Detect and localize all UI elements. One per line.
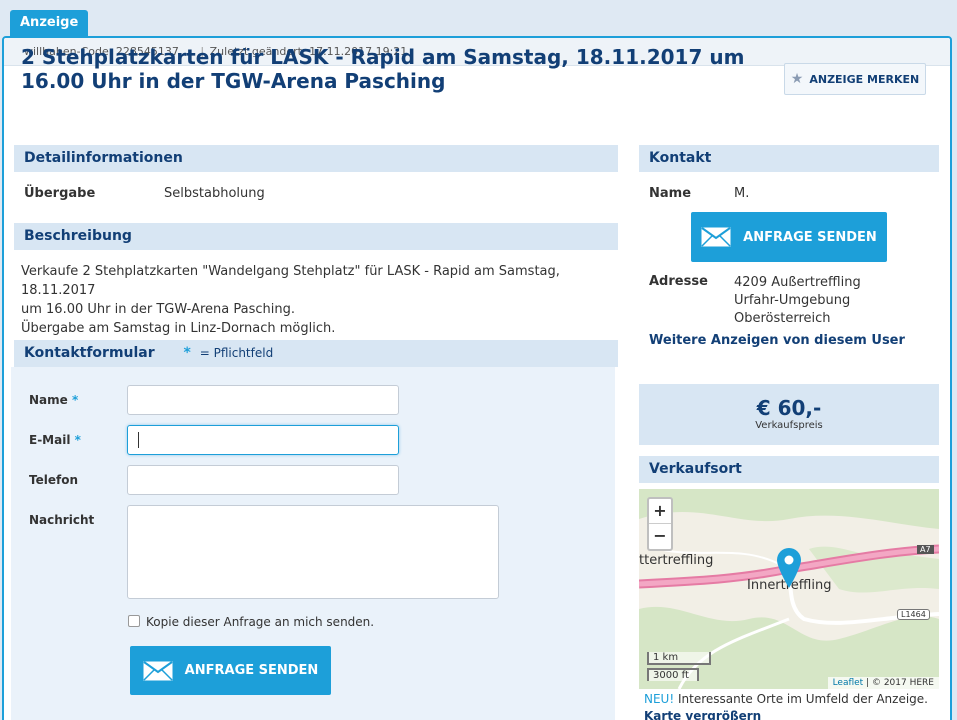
- star-icon: ★: [790, 71, 804, 87]
- tab-anzeige[interactable]: Anzeige: [10, 10, 89, 38]
- zoom-out-button[interactable]: −: [649, 524, 671, 549]
- road-shield: A7: [917, 545, 934, 554]
- message-textarea[interactable]: [127, 505, 499, 599]
- email-label-text: E-Mail: [29, 433, 71, 447]
- map-info: NEU! Interessante Orte im Umfeld der Anz…: [644, 692, 928, 706]
- description-text: Verkaufe 2 Stehplatzkarten "Wandelgang S…: [21, 262, 601, 338]
- phone-label: Telefon: [29, 473, 78, 487]
- price-value: € 60,-: [756, 396, 822, 420]
- map-place-label: ttertreffling: [639, 553, 714, 568]
- copy-checkbox[interactable]: [128, 615, 140, 627]
- road-shield: L1464: [897, 609, 930, 620]
- description-line: Übergabe am Samstag in Linz-Dornach mögl…: [21, 321, 336, 336]
- price-box: € 60,- Verkaufspreis: [639, 384, 939, 445]
- submit-request-label: ANFRAGE SENDEN: [184, 663, 319, 678]
- enlarge-map-link[interactable]: Karte vergrößern: [644, 709, 761, 720]
- contact-form-heading: Kontaktformular * = Pflichtfeld: [14, 340, 618, 367]
- save-ad-label: ANZEIGE MERKEN: [809, 72, 920, 86]
- envelope-icon: [701, 227, 731, 247]
- email-label: E-Mail *: [29, 433, 81, 447]
- map-info-text: Interessante Orte im Umfeld der Anzeige.: [674, 692, 928, 706]
- description-line: Verkaufe 2 Stehplatzkarten "Wandelgang S…: [21, 264, 560, 298]
- required-star: *: [74, 433, 81, 447]
- copy-label: Kopie dieser Anfrage an mich senden.: [146, 615, 375, 629]
- envelope-icon: [143, 660, 173, 681]
- location-heading: Verkaufsort: [639, 456, 939, 483]
- scale-km: 1 km: [647, 652, 711, 665]
- seller-name-label: Name: [649, 186, 692, 201]
- address-line: Urfahr-Umgebung: [734, 293, 851, 308]
- phone-input[interactable]: [127, 465, 399, 495]
- contact-request-button[interactable]: ANFRAGE SENDEN: [691, 212, 887, 262]
- save-ad-button[interactable]: ★ ANZEIGE MERKEN: [784, 63, 926, 95]
- address-value: 4209 Außertreffling Urfahr-Umgebung Ober…: [734, 274, 861, 328]
- name-label-text: Name: [29, 393, 68, 407]
- leaflet-link[interactable]: Leaflet: [833, 678, 864, 688]
- contact-heading: Kontakt: [639, 145, 939, 172]
- contact-form-title: Kontaktformular: [24, 345, 155, 361]
- details-heading: Detailinformationen: [14, 145, 618, 172]
- new-tag: NEU!: [644, 692, 675, 706]
- submit-request-button[interactable]: ANFRAGE SENDEN: [130, 646, 331, 695]
- name-input[interactable]: [127, 385, 399, 415]
- required-note: = Pflichtfeld: [199, 346, 274, 360]
- map-marker-icon[interactable]: [777, 548, 801, 588]
- required-star: *: [71, 393, 79, 407]
- location-map[interactable]: + − ttertreffling Innertreffling A7 L146…: [639, 489, 939, 689]
- handover-value: Selbstabholung: [164, 186, 265, 201]
- page-title: 2 Stehplatzkarten für LASK - Rapid am Sa…: [21, 45, 745, 93]
- message-label: Nachricht: [29, 513, 95, 527]
- handover-label: Übergabe: [24, 186, 96, 201]
- zoom-control: + −: [647, 497, 673, 551]
- text-caret: [138, 432, 139, 448]
- price-label: Verkaufspreis: [755, 420, 823, 431]
- name-label: Name *: [29, 393, 78, 407]
- address-line: Oberösterreich: [734, 311, 831, 326]
- map-attribution: Leaflet | © 2017 HERE: [827, 677, 939, 689]
- description-heading: Beschreibung: [14, 223, 618, 250]
- more-ads-link[interactable]: Weitere Anzeigen von diesem User: [649, 333, 905, 348]
- scale-ft: 3000 ft: [647, 668, 699, 681]
- zoom-in-button[interactable]: +: [649, 499, 671, 524]
- email-input[interactable]: [127, 425, 399, 455]
- seller-name-value: M.: [734, 186, 750, 201]
- description-line: um 16.00 Uhr in der TGW-Arena Pasching.: [21, 302, 295, 317]
- address-line: 4209 Außertreffling: [734, 275, 861, 290]
- contact-form: Name * E-Mail * Telefon Nachricht Kopie …: [11, 367, 615, 720]
- address-label: Adresse: [649, 274, 708, 289]
- attribution-text: | © 2017 HERE: [863, 678, 934, 688]
- contact-request-label: ANFRAGE SENDEN: [743, 229, 877, 245]
- required-star: *: [183, 345, 191, 361]
